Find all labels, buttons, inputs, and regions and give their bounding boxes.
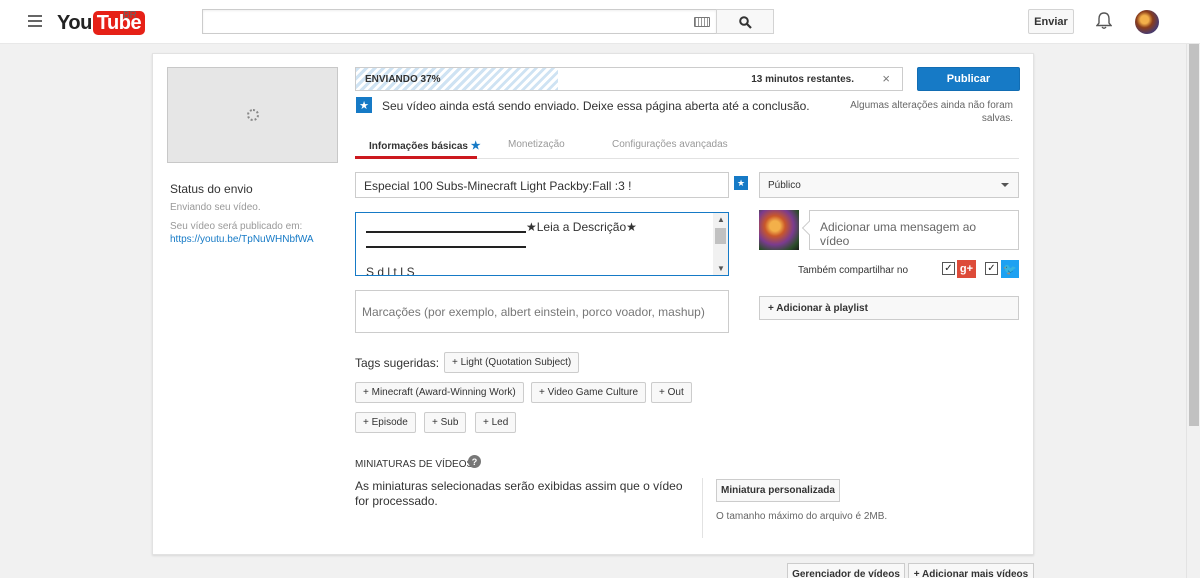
max-file-size-note: O tamanho máximo do arquivo é 2MB.	[716, 511, 888, 522]
description-divider	[366, 231, 526, 233]
logo-you-text: You	[57, 11, 92, 34]
menu-icon[interactable]	[28, 15, 42, 27]
add-to-playlist-button[interactable]: + Adicionar à playlist	[759, 296, 1019, 320]
tab-basic-info[interactable]: Informações básicas ★	[369, 139, 481, 152]
keyboard-icon[interactable]	[694, 17, 710, 27]
logo-tube-text: Tube	[92, 11, 146, 35]
suggested-tag-chip[interactable]: + Out	[651, 382, 692, 403]
top-header: You Tube BR Enviar	[0, 0, 1200, 44]
video-description-textarea[interactable]: ★Leia a Descrição★ S d l t I S ▲ ▼	[355, 212, 729, 276]
description-scrollbar[interactable]: ▲ ▼	[713, 213, 728, 275]
video-thumbnail-placeholder	[167, 67, 338, 163]
twitter-icon: 🐦	[1001, 260, 1019, 278]
scroll-down-icon[interactable]: ▼	[717, 264, 725, 273]
video-title-input[interactable]: Especial 100 Subs-Minecraft Light Packby…	[355, 172, 729, 198]
account-avatar[interactable]	[1135, 10, 1159, 34]
tab-monetization[interactable]: Monetização	[508, 139, 565, 150]
tab-basic-info-label: Informações básicas	[369, 141, 468, 152]
search-icon	[739, 16, 752, 29]
upload-card: Status do envio Enviando seu vídeo. Seu …	[152, 53, 1034, 555]
share-also-label: Também compartilhar no	[798, 265, 909, 276]
channel-avatar	[759, 210, 799, 250]
help-icon[interactable]: ?	[468, 455, 481, 468]
share-gplus-checkbox[interactable]: ✓	[942, 262, 955, 275]
suggested-tag-chip[interactable]: + Episode	[355, 412, 416, 433]
chevron-down-icon	[1001, 183, 1009, 187]
thumbnails-section-title: MINIATURAS DE VÍDEOS	[355, 459, 474, 470]
page-scrollbar[interactable]	[1186, 44, 1200, 578]
upload-button[interactable]: Enviar	[1028, 9, 1074, 34]
upload-status-title: Status do envio	[170, 182, 253, 196]
suggested-tag-chip[interactable]: + Light (Quotation Subject)	[444, 352, 580, 373]
scroll-up-icon[interactable]: ▲	[717, 215, 725, 224]
upload-status-text: Enviando seu vídeo.	[170, 202, 261, 213]
active-tab-indicator	[355, 156, 477, 159]
cancel-upload-close-icon[interactable]: ×	[882, 71, 890, 86]
star-info-icon: ★	[356, 97, 372, 113]
tab-advanced-settings[interactable]: Configurações avançadas	[612, 139, 728, 150]
suggested-tag-chip[interactable]: + Led	[475, 412, 517, 433]
tags-input[interactable]: Marcações (por exemplo, albert einstein,…	[355, 290, 729, 333]
notifications-bell-icon[interactable]	[1095, 12, 1113, 33]
suggested-tag-chip[interactable]: + Sub	[424, 412, 467, 433]
add-more-videos-button[interactable]: + Adicionar mais vídeos	[908, 563, 1034, 578]
description-cut-line: S d l t I S	[366, 265, 415, 276]
suggested-tag-chip[interactable]: + Minecraft (Award-Winning Work)	[355, 382, 524, 403]
description-scrollbar-thumb[interactable]	[715, 228, 726, 244]
suggested-tags-label: Tags sugeridas:	[355, 356, 440, 370]
tab-star-icon: ★	[470, 140, 481, 152]
title-star-icon[interactable]: ★	[734, 176, 748, 190]
thumbnails-info-text: As miniaturas selecionadas serão exibida…	[355, 479, 683, 508]
page-scrollbar-thumb[interactable]	[1189, 44, 1199, 426]
description-divider	[366, 246, 526, 248]
share-twitter-checkbox[interactable]: ✓	[985, 262, 998, 275]
suggested-tag-chip[interactable]: + Video Game Culture	[531, 382, 647, 403]
share-message-input[interactable]: Adicionar uma mensagem ao vídeo	[809, 210, 1019, 250]
country-code: BR	[123, 10, 137, 21]
publish-note: Seu vídeo será publicado em:	[170, 221, 303, 232]
unsaved-changes-note: Algumas alterações ainda não foram salva…	[850, 100, 1013, 124]
upload-notice: Seu vídeo ainda está sendo enviado. Deix…	[382, 99, 810, 113]
thumbnails-divider	[702, 478, 703, 538]
custom-thumbnail-button[interactable]: Miniatura personalizada	[716, 479, 840, 502]
search-input[interactable]	[202, 9, 716, 34]
privacy-value: Público	[768, 180, 801, 191]
video-manager-button[interactable]: Gerenciador de vídeos	[787, 563, 905, 578]
upload-progress-label: ENVIANDO 37%	[365, 74, 441, 85]
google-plus-icon: g+	[957, 260, 976, 278]
upload-progress-bar: ENVIANDO 37% 13 minutos restantes. ×	[355, 67, 903, 91]
editor-tabs: Informações básicas ★ Monetização Config…	[355, 129, 1019, 159]
time-remaining: 13 minutos restantes.	[751, 74, 854, 85]
description-line: ★Leia a Descrição★	[526, 220, 637, 234]
privacy-select[interactable]: Público	[759, 172, 1019, 198]
search-button[interactable]	[716, 9, 774, 34]
loading-spinner-icon	[247, 109, 259, 121]
publish-button[interactable]: Publicar	[917, 67, 1020, 91]
video-url-link[interactable]: https://youtu.be/TpNuWHNbfWA	[170, 234, 314, 245]
